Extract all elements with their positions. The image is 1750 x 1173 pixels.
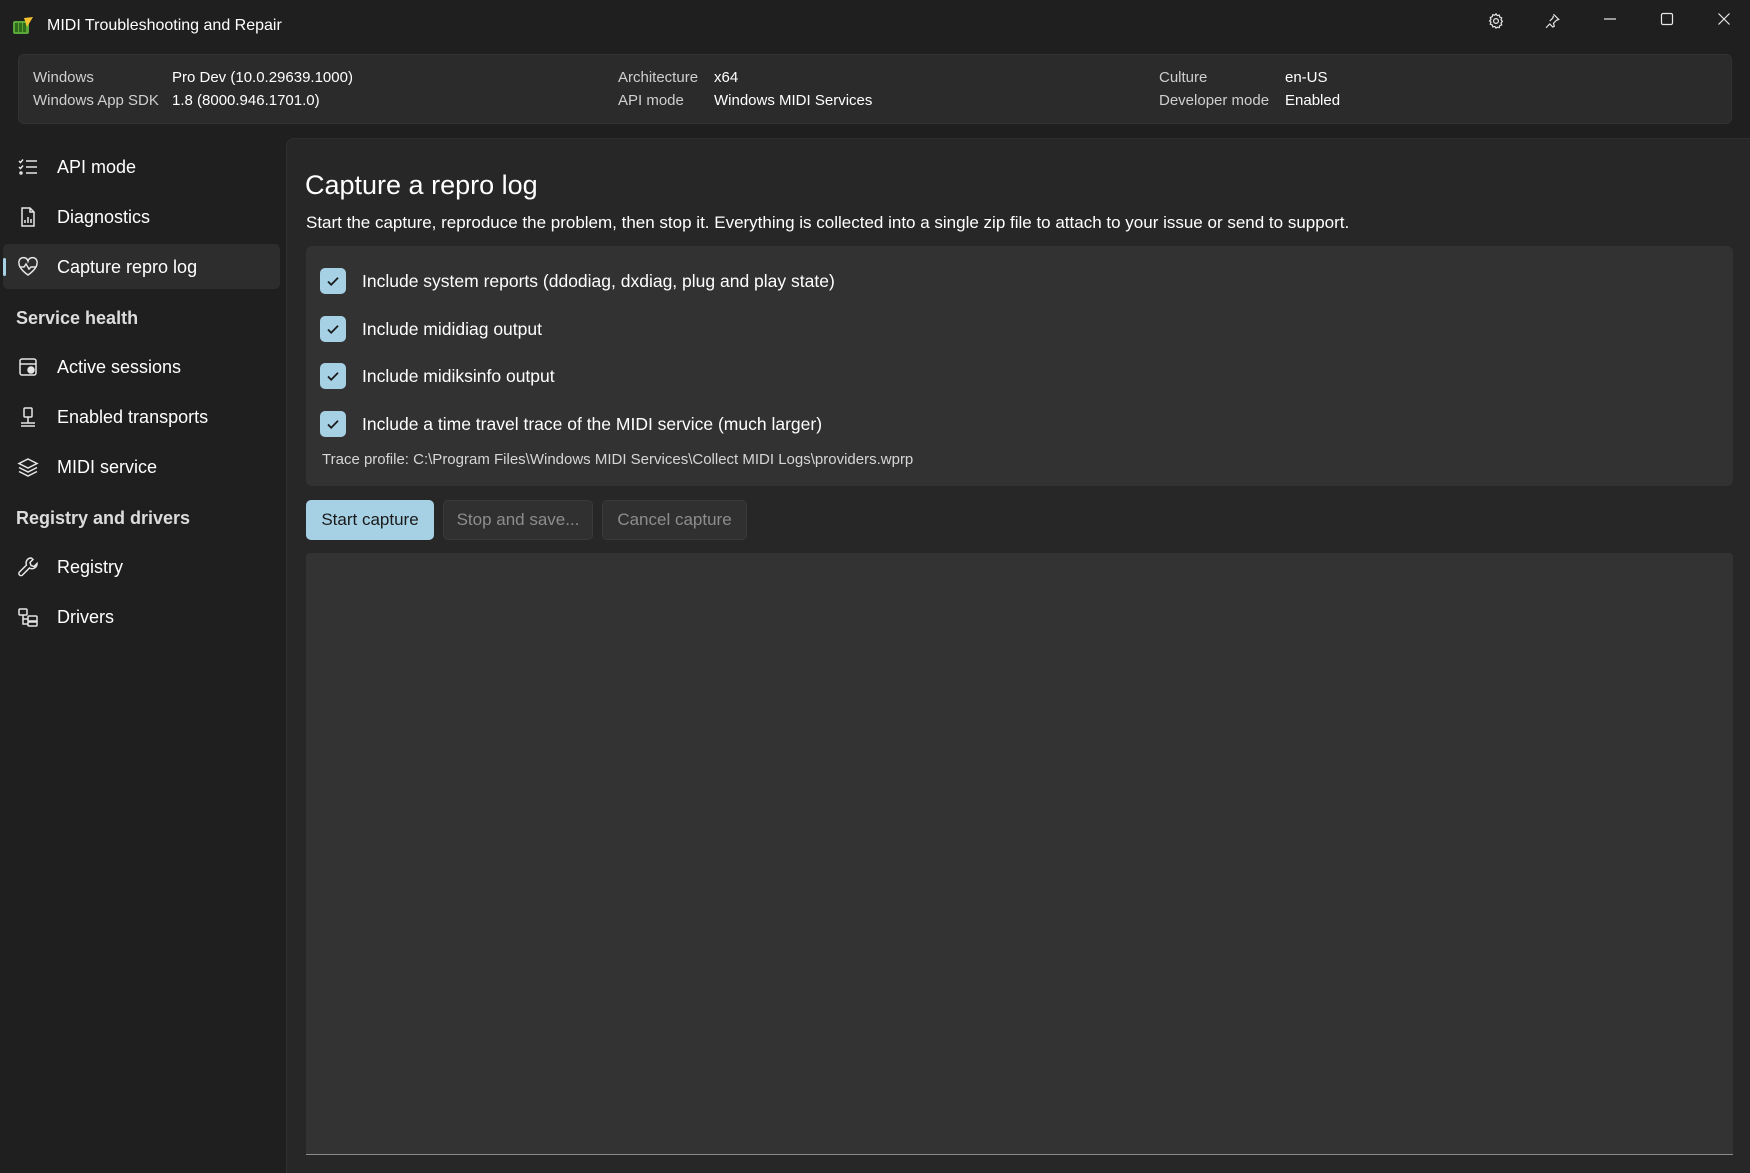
windows-value: Pro Dev (10.0.29639.1000) (172, 69, 353, 86)
trace-profile-path: Trace profile: C:\Program Files\Windows … (322, 451, 914, 468)
sidebar-item-diagnostics[interactable]: Diagnostics (3, 194, 280, 239)
capture-options-card: Include system reports (ddodiag, dxdiag,… (306, 246, 1733, 486)
sidebar-item-label: Diagnostics (57, 207, 151, 227)
api-mode-value: Windows MIDI Services (714, 92, 873, 109)
mididiag-checkbox[interactable] (320, 316, 346, 342)
sidebar-item-label: MIDI service (57, 457, 158, 477)
sidebar-item-label: Capture repro log (57, 257, 198, 277)
minimize-button[interactable] (1582, 0, 1638, 42)
sidebar-item-active-sessions[interactable]: Active sessions (3, 344, 280, 389)
layers-icon (17, 456, 39, 478)
developer-mode-label: Developer mode (1159, 92, 1270, 109)
sidebar-item-api-mode[interactable]: API mode (3, 144, 280, 189)
app-logo-icon (12, 16, 34, 36)
sidebar-item-enabled-transports[interactable]: Enabled transports (3, 394, 280, 439)
cancel-capture-button[interactable]: Cancel capture (602, 500, 747, 540)
sdk-label: Windows App SDK (33, 92, 159, 109)
windows-label: Windows (33, 69, 94, 86)
checkmark-icon (327, 372, 339, 381)
sidebar-item-label: Drivers (57, 607, 114, 627)
option-system-reports[interactable]: Include system reports (ddodiag, dxdiag,… (320, 268, 835, 294)
option-midiksinfo[interactable]: Include midiksinfo output (320, 363, 555, 389)
developer-mode-value: Enabled (1285, 92, 1341, 109)
close-button[interactable] (1696, 0, 1750, 42)
sidebar-item-label: Registry (57, 557, 124, 577)
drivers-icon (17, 606, 39, 628)
pin-icon (1543, 12, 1561, 35)
heartbeat-icon (17, 256, 39, 278)
sidebar-item-registry[interactable]: Registry (3, 544, 280, 589)
checkmark-icon (327, 277, 339, 286)
sidebar-item-capture-repro-log[interactable]: Capture repro log (3, 244, 280, 289)
checkmark-icon (327, 420, 339, 429)
stop-and-save-button[interactable]: Stop and save... (443, 500, 593, 540)
sidebar-item-drivers[interactable]: Drivers (3, 594, 280, 639)
log-output-area[interactable] (306, 553, 1733, 1155)
page-title: Capture a repro log (305, 170, 538, 200)
page-description: Start the capture, reproduce the problem… (306, 213, 1350, 232)
settings-button[interactable] (1468, 2, 1524, 44)
selection-indicator (3, 258, 6, 276)
report-icon (17, 206, 39, 228)
maximize-button[interactable] (1639, 0, 1695, 42)
section-header-registry-drivers: Registry and drivers (16, 508, 191, 528)
culture-value: en-US (1285, 69, 1328, 86)
architecture-label: Architecture (618, 69, 699, 86)
culture-label: Culture (1159, 69, 1208, 86)
minimize-icon (1601, 10, 1619, 33)
maximize-icon (1658, 10, 1676, 33)
option-label: Include midiksinfo output (362, 365, 555, 386)
sidebar-item-label: Enabled transports (57, 407, 209, 427)
sessions-icon (17, 356, 39, 378)
option-time-travel-trace[interactable]: Include a time travel trace of the MIDI … (320, 411, 822, 437)
option-mididiag[interactable]: Include mididiag output (320, 316, 542, 342)
system-info-panel: Windows Pro Dev (10.0.29639.1000) Window… (18, 54, 1732, 124)
title-bar: MIDI Troubleshooting and Repair (0, 0, 1750, 52)
app-window: MIDI Troubleshooting and Repair Windows … (0, 0, 1750, 1173)
checkmark-icon (327, 325, 339, 334)
time-travel-trace-checkbox[interactable] (320, 411, 346, 437)
sidebar-item-label: Active sessions (57, 357, 182, 377)
wrench-icon (17, 556, 39, 578)
checklist-icon (17, 156, 39, 178)
midiksinfo-checkbox[interactable] (320, 363, 346, 389)
pin-button[interactable] (1524, 2, 1580, 44)
system-reports-checkbox[interactable] (320, 268, 346, 294)
option-label: Include a time travel trace of the MIDI … (362, 413, 823, 434)
api-mode-label: API mode (618, 92, 684, 109)
gear-icon (1487, 12, 1505, 35)
sdk-value: 1.8 (8000.946.1701.0) (172, 92, 320, 109)
option-label: Include system reports (ddodiag, dxdiag,… (362, 270, 835, 291)
option-label: Include mididiag output (362, 318, 542, 339)
start-capture-button[interactable]: Start capture (306, 500, 434, 540)
app-title: MIDI Troubleshooting and Repair (47, 17, 282, 34)
section-header-service-health: Service health (16, 308, 139, 328)
sidebar-item-midi-service[interactable]: MIDI service (3, 444, 280, 489)
sidebar-item-label: API mode (57, 157, 137, 177)
transport-icon (17, 406, 39, 428)
architecture-value: x64 (714, 69, 739, 86)
close-icon (1715, 10, 1733, 33)
